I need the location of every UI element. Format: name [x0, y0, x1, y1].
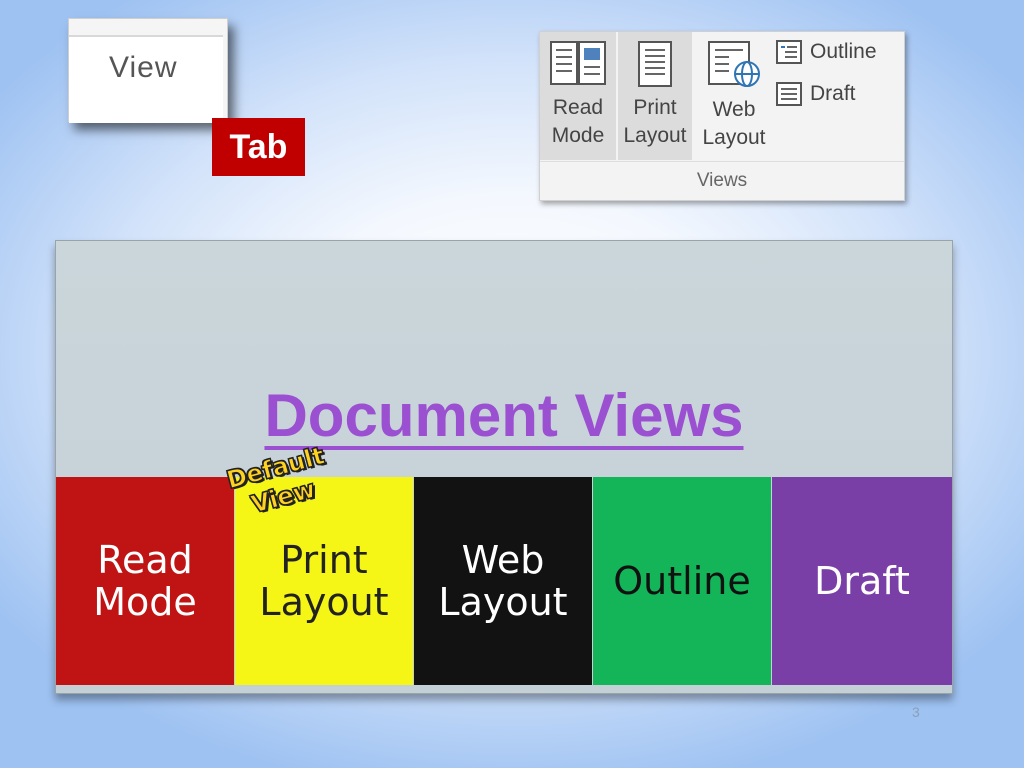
web-layout-cell: Web Layout: [414, 477, 592, 685]
read-mode-cell-line1: Read: [97, 538, 193, 582]
print-layout-label-2: Layout: [623, 124, 687, 147]
draft-cell-line1: Draft: [814, 559, 910, 603]
outline-cell-line1: Outline: [613, 559, 751, 603]
draft-label: Draft: [810, 82, 856, 105]
web-layout-cell-line2: Layout: [438, 580, 568, 624]
web-layout-cell-line1: Web: [461, 538, 545, 582]
read-mode-button[interactable]: Read Mode: [540, 32, 616, 160]
web-layout-label-2: Layout: [702, 126, 766, 149]
print-layout-label-1: Print: [633, 96, 677, 119]
draft-cell: Draft: [772, 477, 952, 685]
outline-cell: Outline: [593, 477, 771, 685]
views-group-label: Views: [540, 161, 904, 200]
page-icon: [638, 41, 672, 87]
print-layout-cell-line1: Print: [280, 538, 368, 582]
read-mode-cell-line2: Mode: [93, 580, 197, 624]
tab-callout-label: Tab: [212, 118, 305, 176]
document-views-title-text: Document Views: [264, 382, 744, 449]
book-icon: [550, 41, 606, 85]
print-layout-cell-line2: Layout: [259, 580, 389, 624]
read-mode-label-2: Mode: [551, 124, 605, 147]
read-mode-cell: Read Mode: [56, 477, 234, 685]
page-number: 3: [912, 704, 920, 720]
outline-button[interactable]: Outline: [776, 40, 877, 64]
document-views-panel: Document Views Read Mode Print Layout Web L…: [55, 240, 953, 694]
outline-label: Outline: [810, 40, 877, 63]
draft-button[interactable]: Draft: [776, 82, 856, 106]
ribbon-views-group: Read Mode Print Layout Web Layout Outlin…: [539, 31, 905, 201]
views-cells-row: Read Mode Print Layout Web Layout Outline D…: [56, 477, 952, 685]
read-mode-label-1: Read: [552, 96, 604, 119]
draft-icon: [776, 82, 802, 106]
view-tab-label[interactable]: View: [109, 51, 177, 85]
outline-icon: [776, 40, 802, 64]
view-tab-snippet: View: [68, 18, 228, 123]
web-page-icon: [708, 41, 760, 87]
document-views-title: Document Views: [56, 381, 952, 450]
print-layout-button[interactable]: Print Layout: [618, 32, 692, 160]
web-layout-label-1: Web: [712, 98, 756, 121]
web-layout-button[interactable]: Web Layout: [696, 32, 772, 160]
